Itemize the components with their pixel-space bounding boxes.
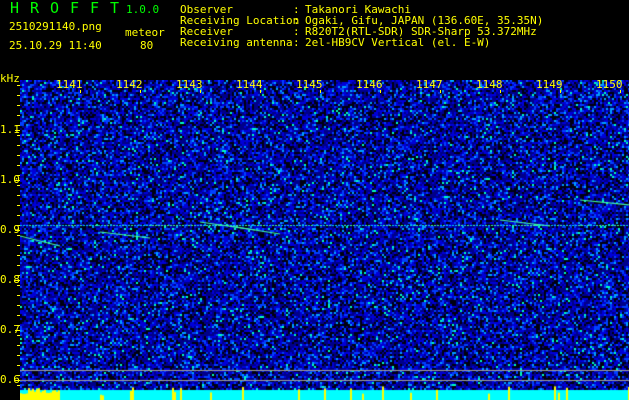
x-tick <box>500 90 501 93</box>
x-tick <box>80 90 81 93</box>
title-letter: O <box>50 0 60 17</box>
y-minor-tick <box>17 275 20 276</box>
title-letter: T <box>110 0 120 17</box>
y-minor-tick <box>17 185 20 186</box>
spectrogram <box>20 80 629 400</box>
x-tick <box>140 90 141 93</box>
detection-label: meteor <box>125 26 165 39</box>
app-version: 1.0.0 <box>126 3 160 16</box>
y-minor-tick <box>17 215 20 216</box>
y-minor-tick <box>17 125 20 126</box>
file-datetime: 25.10.29 11:40 <box>9 39 102 52</box>
x-tick-label: 1145 <box>296 78 323 91</box>
y-minor-tick <box>17 325 20 326</box>
x-tick <box>380 90 381 93</box>
y-minor-tick <box>17 365 20 366</box>
x-tick <box>200 90 201 93</box>
x-tick <box>560 90 561 93</box>
y-minor-tick <box>17 345 20 346</box>
info-colon: : <box>293 36 300 49</box>
y-minor-tick <box>17 225 20 226</box>
x-tick-label: 1142 <box>116 78 143 91</box>
x-tick-label: 1141 <box>56 78 83 91</box>
info-label: Receiving antenna <box>180 36 293 49</box>
y-minor-tick <box>17 95 20 96</box>
y-minor-tick <box>17 205 20 206</box>
y-minor-tick <box>17 155 20 156</box>
y-minor-tick <box>17 355 20 356</box>
y-minor-tick <box>17 135 20 136</box>
y-tick <box>15 330 20 331</box>
y-minor-tick <box>17 165 20 166</box>
y-minor-tick <box>17 285 20 286</box>
y-minor-tick <box>17 85 20 86</box>
x-tick-label: 1144 <box>236 78 263 91</box>
y-minor-tick <box>17 175 20 176</box>
x-tick-label: 1149 <box>536 78 563 91</box>
y-minor-tick <box>17 145 20 146</box>
y-minor-tick <box>17 375 20 376</box>
y-tick <box>15 230 20 231</box>
y-tick <box>15 280 20 281</box>
hrofft-window: 1.0.0 2510291140.png 25.10.29 11:40 mete… <box>0 0 629 400</box>
title-letter: H <box>10 0 20 17</box>
x-tick <box>440 90 441 93</box>
x-tick-label: 1147 <box>416 78 443 91</box>
y-tick <box>15 180 20 181</box>
y-minor-tick <box>17 115 20 116</box>
x-tick <box>320 90 321 93</box>
y-minor-tick <box>17 255 20 256</box>
y-minor-tick <box>17 305 20 306</box>
x-tick-label: 1148 <box>476 78 503 91</box>
y-tick <box>15 130 20 131</box>
x-tick-label: 1150 <box>596 78 623 91</box>
y-minor-tick <box>17 195 20 196</box>
x-tick-label: 1143 <box>176 78 203 91</box>
y-axis-label: kHz <box>0 72 20 85</box>
y-minor-tick <box>17 235 20 236</box>
title-letter: F <box>90 0 100 17</box>
y-minor-tick <box>17 315 20 316</box>
title-letter: F <box>70 0 80 17</box>
x-tick <box>620 90 621 93</box>
info-value: 2el-HB9CV Vertical (el. E-W) <box>305 36 491 49</box>
detection-count: 80 <box>140 39 154 52</box>
x-tick <box>260 90 261 93</box>
x-tick-label: 1146 <box>356 78 383 91</box>
y-minor-tick <box>17 295 20 296</box>
y-tick <box>15 380 20 381</box>
title-letter: R <box>30 0 40 17</box>
y-minor-tick <box>17 265 20 266</box>
y-minor-tick <box>17 385 20 386</box>
file-name: 2510291140.png <box>9 20 102 33</box>
y-minor-tick <box>17 245 20 246</box>
y-minor-tick <box>17 105 20 106</box>
y-minor-tick <box>17 335 20 336</box>
